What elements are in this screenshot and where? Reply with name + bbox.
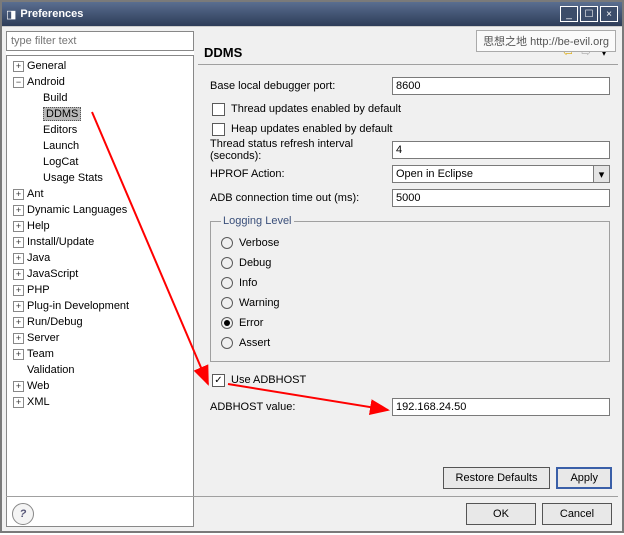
expand-icon[interactable]: +	[13, 381, 24, 392]
window-title: Preferences	[20, 8, 558, 20]
input-adbhost-val[interactable]	[392, 398, 610, 416]
expand-icon[interactable]: +	[13, 301, 24, 312]
expand-icon[interactable]: +	[13, 205, 24, 216]
row-hprof: HPROF Action: ▾	[210, 163, 610, 185]
tree-item-logcat[interactable]: LogCat	[9, 154, 191, 170]
row-thread-upd[interactable]: Thread updates enabled by default	[210, 99, 610, 119]
row-baseport: Base local debugger port:	[210, 75, 610, 97]
expand-icon[interactable]: +	[13, 317, 24, 328]
radio-error[interactable]: Error	[221, 313, 599, 333]
tree-item-build[interactable]: Build	[9, 90, 191, 106]
label-use-adbhost: Use ADBHOST	[231, 374, 306, 386]
body: +General −Android Build DDMS Editors Lau…	[2, 26, 622, 531]
tree-item-php[interactable]: +PHP	[9, 282, 191, 298]
checkbox-thread-upd[interactable]	[212, 103, 225, 116]
checkbox-use-adbhost[interactable]: ✓	[212, 374, 225, 387]
radio-debug[interactable]: Debug	[221, 253, 599, 273]
expand-icon[interactable]: +	[13, 253, 24, 264]
combo-hprof-value[interactable]	[392, 165, 593, 183]
tree-item-help[interactable]: +Help	[9, 218, 191, 234]
tree-item-android[interactable]: −Android	[9, 74, 191, 90]
tree-item-editors[interactable]: Editors	[9, 122, 191, 138]
radio-verbose[interactable]: Verbose	[221, 233, 599, 253]
tree-item-plugin[interactable]: +Plug-in Development	[9, 298, 191, 314]
expand-icon[interactable]: +	[13, 237, 24, 248]
restore-defaults-button[interactable]: Restore Defaults	[443, 467, 551, 489]
logging-legend: Logging Level	[221, 215, 294, 227]
tree-item-server[interactable]: +Server	[9, 330, 191, 346]
separator	[6, 496, 618, 497]
expand-icon[interactable]: +	[13, 61, 24, 72]
input-thread-int[interactable]	[392, 141, 610, 159]
page-buttons: Restore Defaults Apply	[437, 467, 612, 489]
checkbox-heap-upd[interactable]	[212, 123, 225, 136]
tree-item-general[interactable]: +General	[9, 58, 191, 74]
expand-icon[interactable]: +	[13, 397, 24, 408]
preferences-window: ◨ Preferences _ ☐ × +General −Android Bu…	[0, 0, 624, 533]
radio-assert[interactable]: Assert	[221, 333, 599, 353]
combo-hprof[interactable]: ▾	[392, 165, 610, 183]
label-adbhost-val: ADBHOST value:	[210, 401, 392, 413]
tree-item-xml[interactable]: +XML	[9, 394, 191, 410]
apply-button[interactable]: Apply	[556, 467, 612, 489]
help-button[interactable]: ?	[12, 503, 34, 525]
tree-item-java[interactable]: +Java	[9, 250, 191, 266]
close-button[interactable]: ×	[600, 6, 618, 22]
radio-warning[interactable]: Warning	[221, 293, 599, 313]
tree-item-web[interactable]: +Web	[9, 378, 191, 394]
label-heap-upd: Heap updates enabled by default	[231, 123, 392, 135]
label-thread-upd: Thread updates enabled by default	[231, 103, 401, 115]
row-adbhost-val: ADBHOST value:	[210, 396, 610, 418]
minimize-button[interactable]: _	[560, 6, 578, 22]
tree[interactable]: +General −Android Build DDMS Editors Lau…	[6, 55, 194, 527]
label-hprof: HPROF Action:	[210, 168, 392, 180]
titlebar: ◨ Preferences _ ☐ ×	[2, 2, 622, 26]
label-baseport: Base local debugger port:	[210, 80, 392, 92]
chevron-down-icon[interactable]: ▾	[593, 165, 610, 183]
expand-icon[interactable]: +	[13, 285, 24, 296]
tree-item-ddms[interactable]: DDMS	[9, 106, 191, 122]
tree-item-dynlang[interactable]: +Dynamic Languages	[9, 202, 191, 218]
radio-info[interactable]: Info	[221, 273, 599, 293]
ok-button[interactable]: OK	[466, 503, 536, 525]
tree-item-ant[interactable]: +Ant	[9, 186, 191, 202]
tree-item-validation[interactable]: Validation	[9, 362, 191, 378]
left-pane: +General −Android Build DDMS Editors Lau…	[6, 31, 194, 527]
collapse-icon[interactable]: −	[13, 77, 24, 88]
right-pane: DDMS ⇦ ⇨ ▾ Base local debugger port: Thr…	[198, 31, 618, 527]
tree-item-team[interactable]: +Team	[9, 346, 191, 362]
tree-item-javascript[interactable]: +JavaScript	[9, 266, 191, 282]
form-area: Base local debugger port: Thread updates…	[198, 65, 618, 527]
expand-icon[interactable]: +	[13, 333, 24, 344]
filter-input[interactable]	[6, 31, 194, 51]
maximize-button[interactable]: ☐	[580, 6, 598, 22]
watermark: 思想之地 http://be-evil.org	[476, 30, 616, 52]
row-adb-timeout: ADB connection time out (ms):	[210, 187, 610, 209]
app-icon: ◨	[6, 8, 16, 21]
row-use-adbhost[interactable]: ✓ Use ADBHOST	[210, 370, 610, 390]
expand-icon[interactable]: +	[13, 269, 24, 280]
label-thread-int: Thread status refresh interval (seconds)…	[210, 138, 392, 162]
tree-item-launch[interactable]: Launch	[9, 138, 191, 154]
dialog-buttons: OK Cancel	[460, 503, 612, 525]
label-adb-timeout: ADB connection time out (ms):	[210, 192, 392, 204]
expand-icon[interactable]: +	[13, 349, 24, 360]
expand-icon[interactable]: +	[13, 189, 24, 200]
tree-item-rundebug[interactable]: +Run/Debug	[9, 314, 191, 330]
row-heap-upd[interactable]: Heap updates enabled by default	[210, 119, 610, 139]
tree-item-install[interactable]: +Install/Update	[9, 234, 191, 250]
row-thread-int: Thread status refresh interval (seconds)…	[210, 139, 610, 161]
expand-icon[interactable]: +	[13, 221, 24, 232]
input-baseport[interactable]	[392, 77, 610, 95]
cancel-button[interactable]: Cancel	[542, 503, 612, 525]
logging-group: Logging Level Verbose Debug Info Warning…	[210, 215, 610, 362]
input-adb-timeout[interactable]	[392, 189, 610, 207]
tree-item-usage[interactable]: Usage Stats	[9, 170, 191, 186]
